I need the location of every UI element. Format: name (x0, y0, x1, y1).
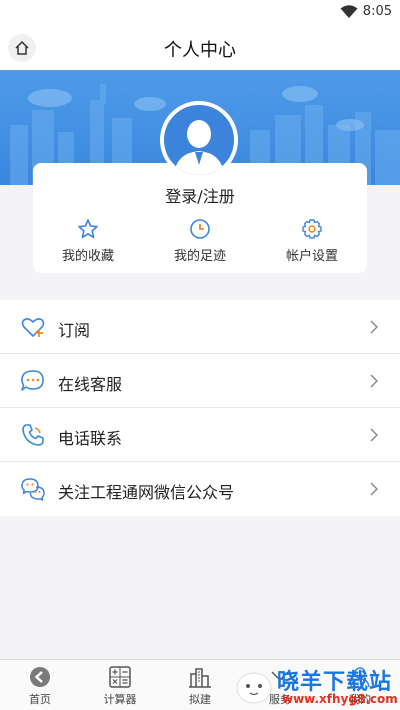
menu-item-subscribe[interactable]: 订阅 (0, 300, 400, 354)
quick-action-label: 我的足迹 (173, 249, 226, 264)
quick-action-label: 帐户设置 (285, 249, 338, 264)
chevron-right-icon (370, 320, 378, 334)
menu-item-label: 在线客服 (58, 375, 123, 394)
tab-proposed-projects[interactable]: 拟建 (160, 666, 240, 707)
status-time: 8:05 (362, 4, 392, 19)
tab-home[interactable]: 首页 (0, 666, 80, 707)
wechat-icon (21, 478, 45, 501)
phone-icon (22, 424, 44, 446)
back-arrow-icon (30, 667, 50, 687)
menu-item-label: 关注工程通网微信公众号 (58, 483, 235, 502)
quick-action-favorites[interactable]: 我的收藏 (33, 218, 143, 264)
chevron-right-icon (370, 428, 378, 442)
title-bar: 个人中心 (0, 24, 400, 70)
star-icon (78, 219, 98, 239)
menu-item-online-service[interactable]: 在线客服 (0, 354, 400, 408)
quick-action-account-settings[interactable]: 帐户设置 (257, 218, 367, 264)
tab-label: 计算器 (103, 693, 137, 706)
status-bar: 8:05 (0, 0, 400, 24)
chevron-right-icon (370, 482, 378, 496)
profile-card: 登录/注册 我的收藏 我的足迹 帐户设置 (33, 163, 367, 273)
menu-item-wechat-follow[interactable]: 关注工程通网微信公众号 (0, 462, 400, 516)
tab-label: 首页 (29, 693, 51, 706)
wifi-icon (340, 5, 358, 18)
watermark-url: www.xfhyg8.com (282, 692, 398, 706)
sheep-mascot-logo (236, 672, 272, 704)
user-avatar-icon (174, 120, 224, 175)
chevron-right-icon (370, 374, 378, 388)
page-title: 个人中心 (164, 40, 236, 61)
quick-action-footprints[interactable]: 我的足迹 (145, 218, 255, 264)
settings-menu: 订阅 在线客服 电话联系 关注工程通网微信公众号 (0, 300, 400, 516)
menu-item-label: 订阅 (58, 321, 91, 340)
quick-action-label: 我的收藏 (61, 249, 114, 264)
menu-item-label: 电话联系 (58, 429, 123, 448)
clock-icon (190, 219, 210, 239)
building-icon (189, 668, 211, 688)
tab-calculator[interactable]: 计算器 (80, 666, 160, 707)
calculator-icon (109, 666, 131, 688)
tab-label: 拟建 (189, 693, 211, 706)
avatar[interactable] (160, 101, 238, 179)
gear-icon (302, 219, 322, 239)
chat-bubble-icon (21, 370, 44, 391)
login-register-link[interactable]: 登录/注册 (33, 183, 367, 207)
menu-item-phone-contact[interactable]: 电话联系 (0, 408, 400, 462)
subscribe-heart-icon (21, 318, 45, 337)
site-watermark: 晓羊下载站 www.xfhyg8.com (232, 662, 400, 710)
